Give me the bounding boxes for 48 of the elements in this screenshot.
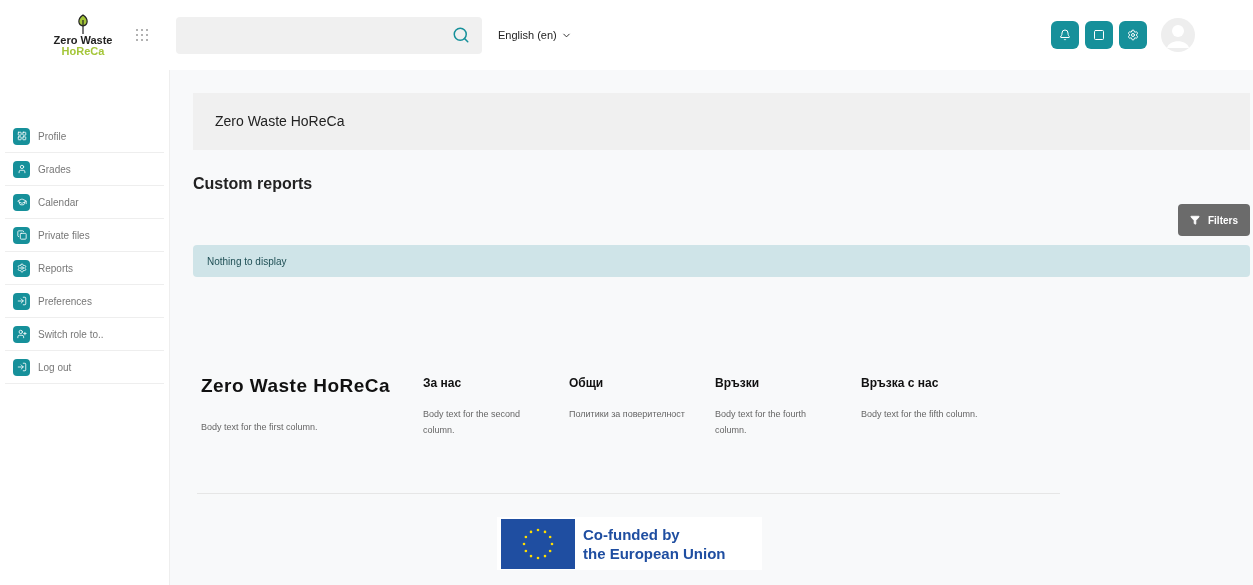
graduation-cap-icon (13, 193, 30, 211)
logo-subtext: HoReCa (61, 46, 105, 57)
sidebar-item[interactable]: Private files (5, 219, 164, 252)
logo-text: Zero Waste (53, 35, 113, 46)
leaf-icon (75, 13, 91, 35)
square-icon (1093, 29, 1105, 41)
user-icon (13, 160, 30, 178)
gear-button[interactable] (1119, 21, 1147, 49)
grid-icon (13, 127, 30, 145)
logo[interactable]: Zero Waste HoReCa (53, 13, 113, 57)
sidebar-item[interactable]: Preferences (5, 285, 164, 318)
footer-heading: Връзка с нас (861, 375, 940, 392)
login-icon (13, 358, 30, 376)
footer-text: Политики за поверителност (569, 408, 686, 421)
user-plus-icon (13, 325, 30, 343)
sidebar-item[interactable]: Grades (5, 153, 164, 186)
footer-text: Body text for the second column. (423, 408, 522, 437)
eu-text: Co-funded by (583, 524, 681, 544)
bell-button[interactable] (1051, 21, 1079, 49)
sidebar-item[interactable]: Switch role to.. (5, 318, 164, 351)
sidebar-item[interactable]: Calendar (5, 186, 164, 219)
course-banner: Zero Waste HoReCa (193, 93, 1250, 150)
search-icon[interactable] (452, 26, 470, 44)
filters-button[interactable]: Filters (1178, 204, 1250, 236)
footer-text: Body text for the fifth column. (861, 408, 979, 421)
eu-text: the European Union (583, 543, 726, 563)
footer-heading: Общи (569, 375, 605, 392)
eu-flag-icon (501, 518, 575, 569)
apps-grid-icon[interactable] (136, 29, 149, 41)
footer-heading: Zero Waste HoReCa (201, 374, 391, 398)
alert-message: Nothing to display (193, 245, 1250, 277)
bell-icon (1059, 29, 1071, 41)
login-icon (13, 292, 30, 310)
copy-icon (13, 226, 30, 244)
gear-icon (13, 259, 30, 277)
page-title: Custom reports (193, 174, 314, 194)
footer-heading: За нас (423, 375, 463, 392)
footer-heading: Връзки (715, 375, 761, 392)
square-button[interactable] (1085, 21, 1113, 49)
sidebar-item[interactable]: Log out (5, 351, 164, 384)
search-field[interactable] (176, 16, 482, 54)
filter-icon (1190, 215, 1200, 225)
footer-text: Body text for the fourth column. (715, 408, 808, 437)
language-menu[interactable]: English (en) (498, 26, 572, 44)
sidebar-item[interactable]: Profile (5, 120, 164, 153)
sidebar-item[interactable]: Reports (5, 252, 164, 285)
footer-text: Body text for the first column. (201, 420, 319, 434)
gear-icon (1127, 29, 1139, 41)
